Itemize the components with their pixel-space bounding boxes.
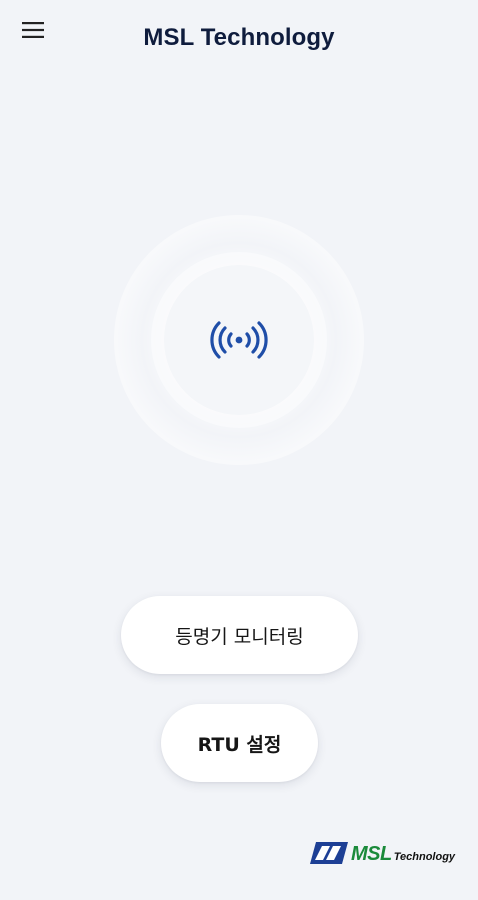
page-title: MSL Technology <box>143 24 335 51</box>
light-monitoring-button[interactable]: 등명기 모니터링 <box>121 596 358 674</box>
brand-logo: MSL Technology <box>310 840 455 864</box>
msl-logo-mark-icon <box>310 842 348 864</box>
rtu-settings-button[interactable]: RTU 설정 <box>161 704 318 782</box>
logo-technology-text: Technology <box>393 851 456 863</box>
nfc-wireless-signal-icon <box>210 321 268 359</box>
logo-msl-text: MSL <box>351 843 392 865</box>
